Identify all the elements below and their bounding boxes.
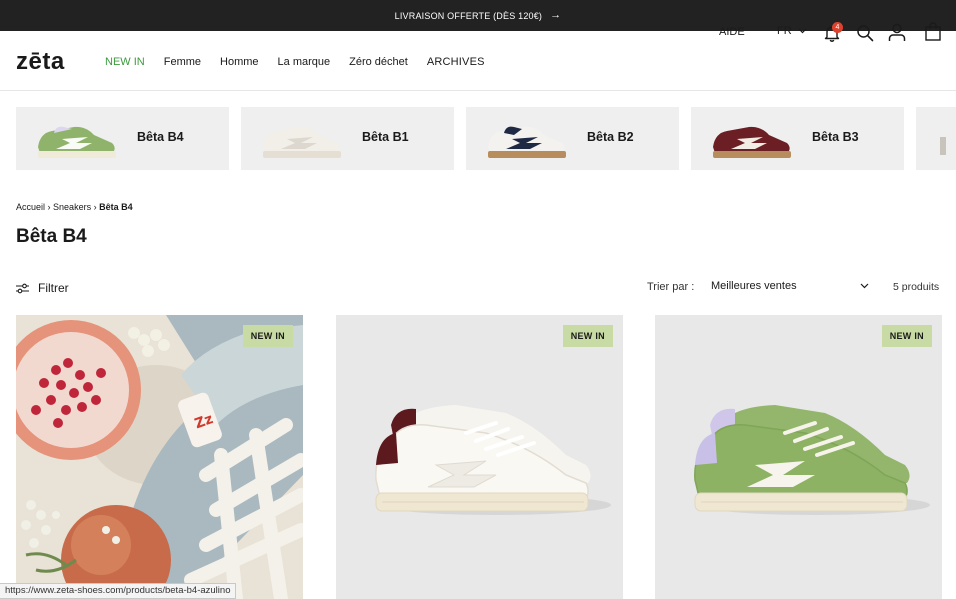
help-link[interactable]: AIDE xyxy=(719,26,745,38)
nav-new-in[interactable]: NEW IN xyxy=(105,56,145,68)
collection-card[interactable]: Bêta B1 xyxy=(241,107,454,170)
language-label: FR xyxy=(777,25,792,37)
collection-name: Bêta B3 xyxy=(812,130,859,144)
announcement-text: LIVRAISON OFFERTE (DÈS 120€) xyxy=(394,10,543,21)
breadcrumb-separator: › xyxy=(47,202,51,212)
collection-name: Bêta B1 xyxy=(362,130,409,144)
page-title: Bêta B4 xyxy=(16,226,87,247)
filter-label: Filtrer xyxy=(38,281,69,295)
account-icon[interactable] xyxy=(888,23,906,42)
collection-carousel: Bêta B4 Bêta B1 Bêta B2 Bêta B3 xyxy=(16,107,956,170)
product-count: 5 produits xyxy=(893,281,940,293)
product-card[interactable]: NEW IN xyxy=(655,315,942,599)
product-card[interactable]: Zz NEW IN xyxy=(16,315,303,599)
logo[interactable]: zēta xyxy=(16,50,65,74)
nav-la-marque[interactable]: La marque xyxy=(278,56,331,68)
breadcrumb-separator: › xyxy=(93,202,97,212)
collection-card-partial[interactable] xyxy=(916,107,956,170)
language-selector[interactable]: FR xyxy=(777,25,807,37)
sneaker-thumbnail xyxy=(488,126,566,158)
collection-card[interactable]: Bêta B4 xyxy=(16,107,229,170)
breadcrumb-category[interactable]: Sneakers xyxy=(53,202,91,212)
product-image: Zz xyxy=(16,315,303,599)
product-image xyxy=(655,315,942,599)
product-card[interactable]: NEW IN xyxy=(336,315,623,599)
sort-label: Trier par : xyxy=(647,281,695,293)
search-icon[interactable] xyxy=(856,24,874,42)
new-in-badge: NEW IN xyxy=(562,325,613,347)
sort-select[interactable]: Meilleures ventes xyxy=(711,280,869,292)
cart-icon[interactable] xyxy=(925,22,941,41)
nav-femme[interactable]: Femme xyxy=(164,56,201,68)
product-image xyxy=(336,315,623,599)
link-status-bar: https://www.zeta-shoes.com/products/beta… xyxy=(0,583,237,599)
new-in-badge: NEW IN xyxy=(242,325,293,347)
nav-archives[interactable]: ARCHIVES xyxy=(427,56,485,68)
arrow-right-icon: → xyxy=(550,9,562,21)
collection-name: Bêta B4 xyxy=(137,130,184,144)
new-in-badge: NEW IN xyxy=(881,325,932,347)
sort-value: Meilleures ventes xyxy=(711,280,797,292)
filter-button[interactable]: Filtrer xyxy=(16,281,69,295)
collection-name: Bêta B2 xyxy=(587,130,634,144)
nav-zero-dechet[interactable]: Zéro déchet xyxy=(349,56,408,68)
chevron-down-icon xyxy=(860,283,869,289)
sneaker-thumbnail xyxy=(38,126,116,158)
notification-badge: 4 xyxy=(832,22,843,33)
nav-homme[interactable]: Homme xyxy=(220,56,259,68)
main-nav: NEW IN Femme Homme La marque Zéro déchet… xyxy=(105,56,504,68)
collection-card[interactable]: Bêta B3 xyxy=(691,107,904,170)
collection-card[interactable]: Bêta B2 xyxy=(466,107,679,170)
sneaker-thumbnail xyxy=(713,126,791,158)
announcement-bar[interactable]: LIVRAISON OFFERTE (DÈS 120€) → xyxy=(0,0,956,31)
sneaker-thumbnail xyxy=(940,137,946,155)
breadcrumb: Accueil › Sneakers › Bêta B4 xyxy=(16,202,133,212)
site-header: zēta NEW IN Femme Homme La marque Zéro d… xyxy=(0,31,956,91)
sneaker-thumbnail xyxy=(263,126,341,158)
chevron-down-icon xyxy=(798,28,807,34)
breadcrumb-home[interactable]: Accueil xyxy=(16,202,45,212)
breadcrumb-current: Bêta B4 xyxy=(99,202,133,212)
sliders-icon xyxy=(16,283,29,293)
